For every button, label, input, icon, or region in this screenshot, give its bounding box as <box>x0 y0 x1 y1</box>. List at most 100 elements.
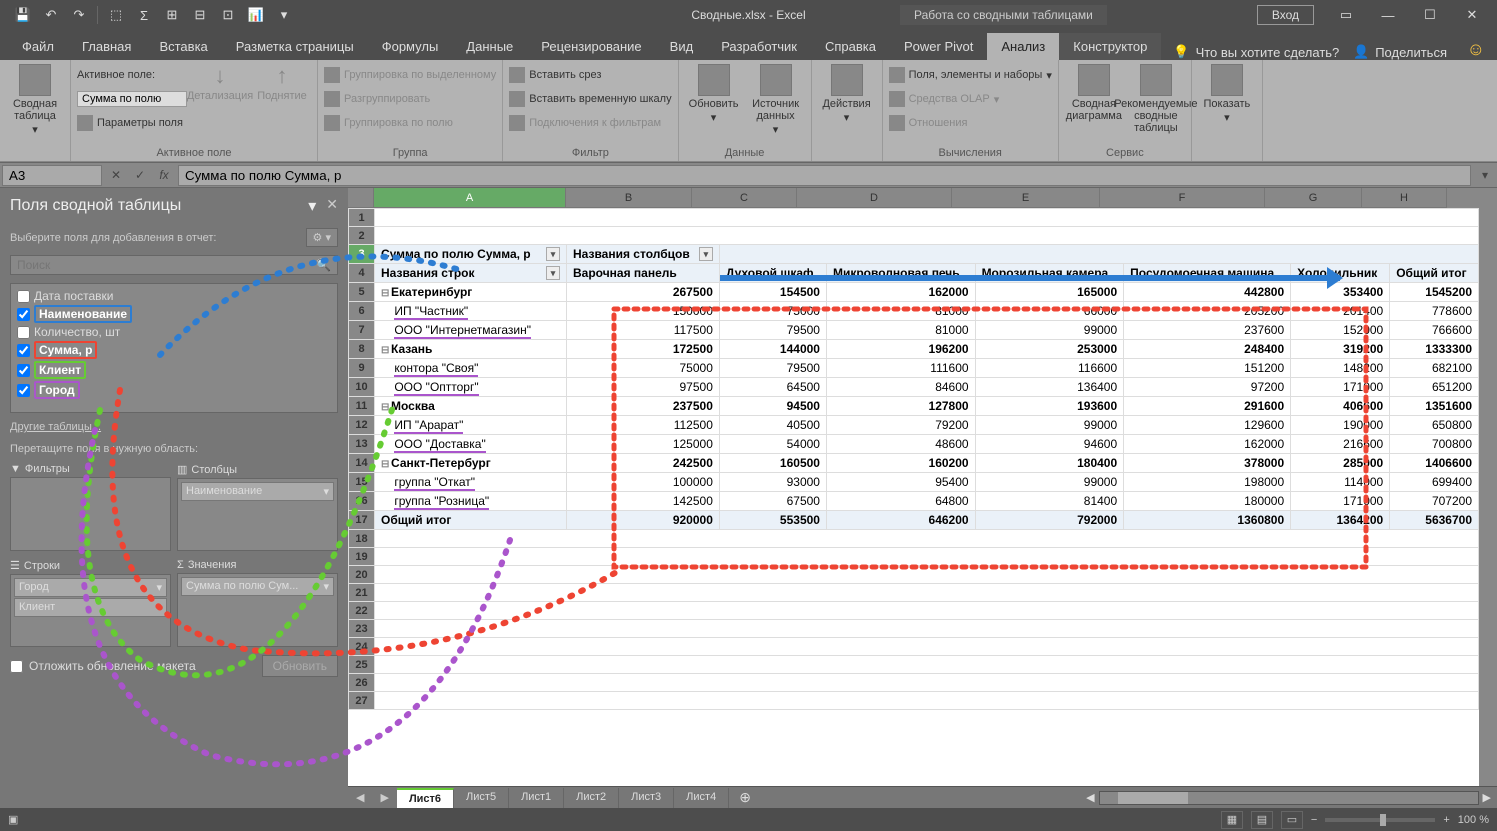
row-header[interactable]: 6 <box>349 302 375 321</box>
formula-input[interactable] <box>178 165 1471 186</box>
row-header[interactable]: 10 <box>349 378 375 397</box>
insert-slicer-button[interactable]: Вставить срез <box>509 64 671 86</box>
scroll-left-icon[interactable]: ◀ <box>1086 791 1094 804</box>
enter-icon[interactable]: ✓ <box>128 168 152 182</box>
ribbon-tab[interactable]: Разметка страницы <box>222 33 368 60</box>
ribbon-tab[interactable]: Вставка <box>145 33 221 60</box>
row-header[interactable]: 14 <box>349 454 375 473</box>
add-sheet-icon[interactable]: ⊕ <box>729 789 761 806</box>
area-item[interactable]: Клиент▾ <box>14 598 167 617</box>
ribbon-tab[interactable]: Рецензирование <box>527 33 655 60</box>
qat-icon[interactable]: 📊 <box>243 2 269 28</box>
active-field-input[interactable] <box>77 91 187 107</box>
field-checkbox[interactable]: Клиент <box>15 360 333 380</box>
row-header[interactable]: 25 <box>349 656 375 674</box>
ribbon-tab[interactable]: Разработчик <box>707 33 811 60</box>
column-header[interactable]: G <box>1265 188 1362 208</box>
area-values[interactable]: ΣЗначения Сумма по полю Сум...▾ <box>177 557 338 647</box>
row-header[interactable]: 23 <box>349 620 375 638</box>
ribbon-tab[interactable]: Справка <box>811 33 890 60</box>
row-header[interactable]: 27 <box>349 692 375 710</box>
field-list[interactable]: Дата поставкиНаименованиеКоличество, штС… <box>10 283 338 413</box>
row-header[interactable]: 8 <box>349 340 375 359</box>
field-settings-button[interactable]: Параметры поля <box>77 112 187 134</box>
field-checkbox[interactable]: Сумма, р <box>15 340 333 360</box>
cancel-icon[interactable]: ✕ <box>104 168 128 182</box>
field-checkbox[interactable]: Дата поставки <box>15 288 333 304</box>
area-rows[interactable]: ☰Строки Город▾Клиент▾ <box>10 557 171 647</box>
column-header[interactable]: D <box>797 188 952 208</box>
sheet-tab[interactable]: Лист5 <box>454 788 509 808</box>
ribbon-tab[interactable]: Файл <box>8 33 68 60</box>
data-source-button[interactable]: Источник данных▾ <box>747 64 805 136</box>
column-header[interactable]: E <box>952 188 1100 208</box>
actions-button[interactable]: Действия▾ <box>818 64 876 124</box>
row-header[interactable]: 21 <box>349 584 375 602</box>
column-header[interactable]: C <box>692 188 797 208</box>
ribbon-tab[interactable]: Power Pivot <box>890 33 987 60</box>
area-item[interactable]: Город▾ <box>14 578 167 597</box>
close-pane-icon[interactable]: ✕ <box>326 196 338 216</box>
normal-view-icon[interactable]: ▦ <box>1221 811 1243 829</box>
row-header[interactable]: 13 <box>349 435 375 454</box>
ribbon-tab[interactable]: Данные <box>452 33 527 60</box>
row-header[interactable]: 9 <box>349 359 375 378</box>
close-icon[interactable]: ✕ <box>1452 1 1492 29</box>
ribbon-tab[interactable]: Главная <box>68 33 145 60</box>
sheet-tab[interactable]: Лист1 <box>509 788 564 808</box>
row-header[interactable]: 16 <box>349 492 375 511</box>
ribbon-tab[interactable]: Формулы <box>368 33 453 60</box>
zoom-slider[interactable] <box>1325 818 1435 822</box>
row-header[interactable]: 5 <box>349 283 375 302</box>
ribbon-tab[interactable]: Вид <box>656 33 708 60</box>
ribbon-display-icon[interactable]: ▭ <box>1326 1 1366 29</box>
defer-layout-checkbox[interactable]: Отложить обновление макета <box>10 659 196 673</box>
undo-icon[interactable]: ↶ <box>38 2 64 28</box>
scroll-right-icon[interactable]: ▶ <box>1483 791 1491 804</box>
other-tables-link[interactable]: Другие таблицы... <box>0 417 348 437</box>
ribbon-tab[interactable]: Конструктор <box>1059 33 1161 60</box>
area-columns[interactable]: ▥Столбцы Наименование▾ <box>177 461 338 551</box>
refresh-button[interactable]: Обновить▾ <box>685 64 743 124</box>
sheet-tab[interactable]: Лист6 <box>397 788 454 808</box>
row-header[interactable]: 20 <box>349 566 375 584</box>
fields-items-button[interactable]: Поля, элементы и наборы ▾ <box>889 64 1052 86</box>
qat-icon[interactable]: ▾ <box>271 2 297 28</box>
page-break-icon[interactable]: ▭ <box>1281 811 1303 829</box>
qat-icon[interactable]: ⊞ <box>159 2 185 28</box>
minimize-icon[interactable]: — <box>1368 1 1408 29</box>
qat-icon[interactable]: ⬚ <box>103 2 129 28</box>
column-header[interactable]: B <box>566 188 692 208</box>
row-header[interactable]: 4 <box>349 264 375 283</box>
recommended-button[interactable]: Рекомендуемые сводные таблицы <box>1127 64 1185 134</box>
row-header[interactable]: 22 <box>349 602 375 620</box>
page-layout-icon[interactable]: ▤ <box>1251 811 1273 829</box>
area-filters[interactable]: ▼Фильтры <box>10 461 171 551</box>
row-header[interactable]: 26 <box>349 674 375 692</box>
maximize-icon[interactable]: ☐ <box>1410 1 1450 29</box>
field-search[interactable]: 🔍 <box>10 255 338 275</box>
login-button[interactable]: Вход <box>1257 5 1314 25</box>
feedback-icon[interactable]: ☺ <box>1467 39 1485 60</box>
sheet-tab[interactable]: Лист2 <box>564 788 619 808</box>
qat-icon[interactable]: Σ <box>131 2 157 28</box>
name-box[interactable] <box>2 165 102 186</box>
pane-menu-icon[interactable]: ▾ <box>308 196 316 216</box>
row-header[interactable]: 2 <box>349 227 375 245</box>
insert-timeline-button[interactable]: Вставить временную шкалу <box>509 88 671 110</box>
pivot-table-button[interactable]: Сводная таблица▾ <box>6 64 64 136</box>
vertical-scrollbar[interactable] <box>1479 188 1497 786</box>
zoom-in-icon[interactable]: + <box>1443 814 1449 826</box>
gear-icon[interactable]: ⚙ ▾ <box>306 228 338 247</box>
row-header[interactable]: 18 <box>349 530 375 548</box>
column-header[interactable]: F <box>1100 188 1265 208</box>
tell-me[interactable]: 💡 Что вы хотите сделать? <box>1161 44 1351 60</box>
row-header[interactable]: 19 <box>349 548 375 566</box>
field-checkbox[interactable]: Наименование <box>15 304 333 324</box>
row-header[interactable]: 12 <box>349 416 375 435</box>
record-macro-icon[interactable]: ▣ <box>8 813 18 826</box>
qat-icon[interactable]: ⊟ <box>187 2 213 28</box>
horizontal-scrollbar[interactable] <box>1099 791 1479 805</box>
column-header[interactable]: A <box>374 188 566 208</box>
row-header[interactable]: 24 <box>349 638 375 656</box>
